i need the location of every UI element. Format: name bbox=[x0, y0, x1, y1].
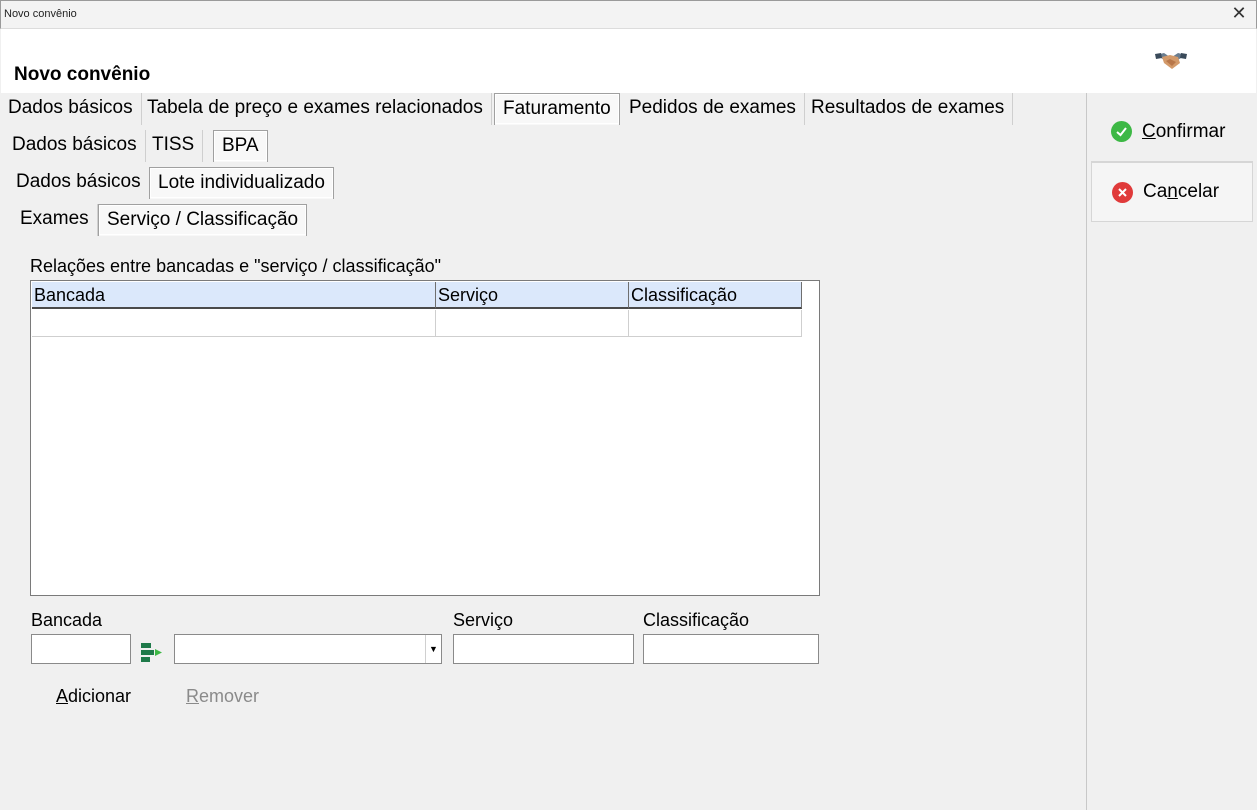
bancada-code-input[interactable] bbox=[31, 634, 131, 664]
page-title: Novo convênio bbox=[14, 64, 151, 85]
add-button[interactable]: Adicionar bbox=[56, 686, 131, 707]
remove-button[interactable]: Remover bbox=[186, 686, 259, 707]
window-title-bar bbox=[0, 0, 1257, 29]
tab-servico-classificacao[interactable]: Serviço / Classificação bbox=[98, 204, 308, 236]
window-title: Novo convênio bbox=[4, 8, 77, 20]
servico-label: Serviço bbox=[453, 610, 514, 630]
tab-resultados-exames[interactable]: Resultados de exames bbox=[803, 93, 1014, 125]
classificacao-label: Classificação bbox=[643, 610, 750, 630]
table-cell-classificacao[interactable] bbox=[629, 310, 802, 337]
section-label: Relações entre bancadas e "serviço / cla… bbox=[30, 256, 441, 276]
relations-grid[interactable]: Bancada Serviço Classificação bbox=[30, 280, 820, 596]
tab-exames[interactable]: Exames bbox=[12, 204, 98, 236]
tab-bpa-dados-basicos[interactable]: Dados básicos bbox=[8, 167, 150, 199]
cancel-button[interactable]: Cancelar bbox=[1091, 162, 1253, 222]
tab-faturamento-dados-basicos[interactable]: Dados básicos bbox=[4, 130, 146, 162]
handshake-icon bbox=[1155, 53, 1187, 69]
lookup-tree-icon[interactable] bbox=[140, 641, 164, 665]
header bbox=[1, 29, 1256, 93]
chevron-down-icon[interactable]: ▼ bbox=[425, 635, 441, 663]
table-cell-servico[interactable] bbox=[436, 310, 629, 337]
side-panel: Confirmar Cancelar bbox=[1086, 93, 1257, 810]
classificacao-input[interactable] bbox=[643, 634, 819, 664]
servico-input[interactable] bbox=[453, 634, 634, 664]
close-circle-icon bbox=[1112, 181, 1133, 203]
column-header-servico[interactable]: Serviço bbox=[436, 282, 629, 309]
table-cell-bancada[interactable] bbox=[32, 310, 436, 337]
column-header-bancada[interactable]: Bancada bbox=[32, 282, 436, 309]
close-button[interactable]: ✕ bbox=[1224, 3, 1254, 25]
tab-dados-basicos[interactable]: Dados básicos bbox=[0, 93, 142, 125]
tab-tiss[interactable]: TISS bbox=[144, 130, 204, 162]
bancada-label: Bancada bbox=[31, 610, 103, 630]
tab-faturamento[interactable]: Faturamento bbox=[494, 93, 620, 125]
column-header-classificacao[interactable]: Classificação bbox=[629, 282, 802, 309]
tab-pedidos-exames[interactable]: Pedidos de exames bbox=[621, 93, 805, 125]
tab-tabela-preco[interactable]: Tabela de preço e exames relacionados bbox=[139, 93, 492, 125]
tab-bpa[interactable]: BPA bbox=[213, 130, 268, 162]
tab-lote-individualizado[interactable]: Lote individualizado bbox=[149, 167, 334, 199]
check-icon bbox=[1111, 121, 1132, 142]
bancada-select[interactable]: ▼ bbox=[174, 634, 442, 664]
confirm-button[interactable]: Confirmar bbox=[1091, 102, 1253, 162]
